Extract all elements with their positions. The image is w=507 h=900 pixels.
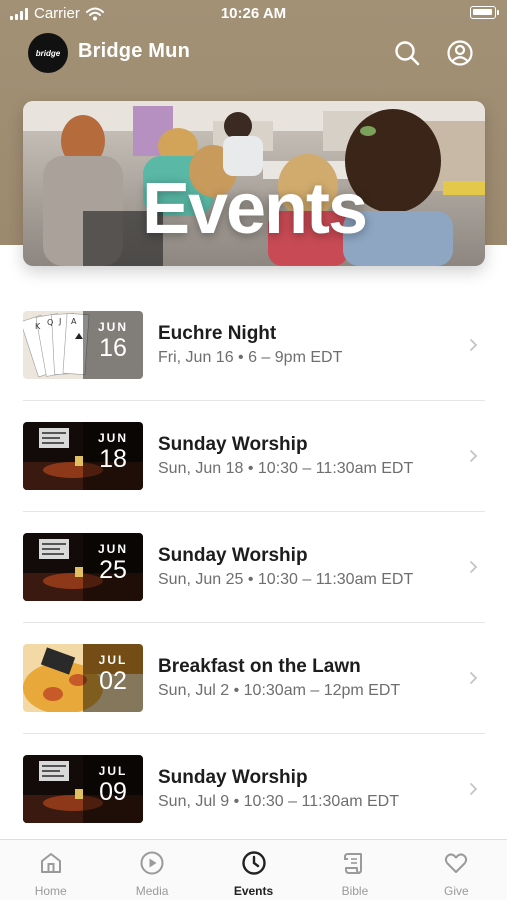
tab-events[interactable]: Events [203,840,304,900]
tab-media[interactable]: Media [101,840,202,900]
event-list: K Q J A JUN 16 Euchre Night Fri, Jun 16 … [23,290,485,845]
svg-text:Q: Q [47,318,53,327]
clock-icon [241,851,266,875]
event-title: Sunday Worship [158,434,308,455]
hero-title: Events [141,169,368,249]
chevron-right-icon [470,783,478,795]
date-day: 09 [99,778,127,806]
church-logo[interactable]: bridge [28,33,68,73]
svg-text:K: K [35,322,41,331]
event-datetime: Sun, Jun 18 • 10:30 – 11:30am EDT [158,460,414,477]
event-datetime: Sun, Jun 25 • 10:30 – 11:30am EDT [158,571,414,588]
chevron-right-icon [470,339,478,351]
svg-text:J: J [58,317,61,326]
chevron-right-icon [470,672,478,684]
tab-give[interactable]: Give [406,840,507,900]
chevron-right-icon [470,561,478,573]
date-badge: JUL 02 [83,644,143,712]
date-day: 25 [99,556,127,584]
date-day: 18 [99,445,127,473]
date-month: JUN [97,542,128,556]
date-month: JUN [97,320,128,334]
date-day: 02 [99,667,127,695]
status-bar: Carrier 10:26 AM [0,0,507,28]
tab-home[interactable]: Home [0,840,101,900]
events-hero-banner: Events [23,101,485,266]
scroll-icon [343,853,362,874]
date-badge: JUN 16 [83,311,143,379]
date-badge: JUN 25 [83,533,143,601]
svg-text:A: A [71,317,77,326]
event-item[interactable]: JUL 02 Breakfast on the Lawn Sun, Jul 2 … [23,623,485,734]
date-month: JUL [98,764,128,778]
search-icon[interactable] [392,38,422,68]
event-item[interactable]: JUN 25 Sunday Worship Sun, Jun 25 • 10:3… [23,512,485,623]
tab-label: Events [233,884,274,898]
date-badge: JUL 09 [83,755,143,823]
event-item[interactable]: JUN 18 Sunday Worship Sun, Jun 18 • 10:3… [23,401,485,512]
tab-label: Home [34,884,67,898]
event-thumbnail: K Q J A JUN 16 [23,311,143,379]
app-header: bridge Bridge Mun [0,30,507,76]
event-title: Sunday Worship [158,545,308,566]
event-datetime: Fri, Jun 16 • 6 – 9pm EDT [158,349,343,366]
event-thumbnail: JUN 25 [23,533,143,601]
chevron-right-icon [470,450,478,462]
date-month: JUN [97,431,128,445]
logo-text: bridge [35,48,61,58]
event-datetime: Sun, Jul 2 • 10:30am – 12pm EDT [158,682,401,699]
event-item[interactable]: JUL 09 Sunday Worship Sun, Jul 9 • 10:30… [23,734,485,845]
event-title: Sunday Worship [158,767,308,788]
date-day: 16 [99,334,127,362]
status-time: 10:26 AM [220,5,287,22]
heart-icon [445,853,468,873]
battery-icon [470,6,499,19]
tab-label: Bible [341,884,369,898]
account-icon[interactable] [445,38,475,68]
bottom-tab-bar: Home Media Events Bible Give [0,839,507,900]
event-title: Euchre Night [158,323,277,344]
date-badge: JUN 18 [83,422,143,490]
tab-bible[interactable]: Bible [304,840,405,900]
tab-label: Media [135,884,169,898]
app-title: Bridge Mun [78,40,190,62]
event-title: Breakfast on the Lawn [158,656,361,677]
event-thumbnail: JUN 18 [23,422,143,490]
event-thumbnail: JUL 09 [23,755,143,823]
event-thumbnail: JUL 02 [23,644,143,712]
tab-label: Give [443,884,469,898]
date-month: JUL [98,653,128,667]
home-icon [40,853,61,873]
event-item[interactable]: K Q J A JUN 16 Euchre Night Fri, Jun 16 … [23,290,485,401]
play-icon [140,851,164,875]
event-datetime: Sun, Jul 9 • 10:30 – 11:30am EDT [158,793,399,810]
